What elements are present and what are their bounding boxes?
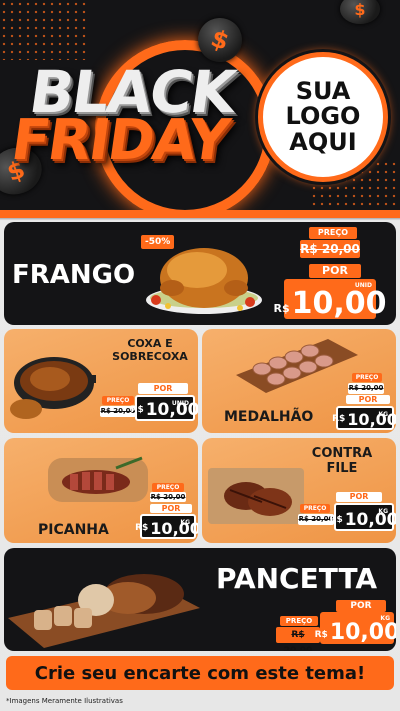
new-price: R$ 10,00 KG [332,406,396,430]
product-name: CONTRA FILE [311,446,373,476]
logo-placeholder[interactable]: SUA LOGO AQUI [258,52,388,182]
new-price: R$ 10,00 KG [315,612,396,645]
unit-label: KG [180,519,190,526]
preco-label: PREÇO [300,504,330,513]
coin-icon: $ [340,0,380,24]
chicken-pan-image [10,357,96,419]
currency: R$ [329,515,343,525]
flyer-page: $ $ $ BLACK FRIDAY SUA LOGO AQUI FRANGO … [0,0,400,711]
new-price: R$ 10,00 KG [135,514,198,539]
preco-label: PREÇO [280,616,318,626]
currency: R$ [135,523,149,533]
preco-label: PREÇO [152,483,184,492]
price-value: 10,00 [344,510,396,530]
cta-banner[interactable]: Crie seu encarte com este tema! [6,656,394,690]
por-label: POR [309,264,361,278]
product-card-contrafile[interactable]: CONTRA FILE POR PREÇO R$ 20,00 R$ 10,00 K… [202,438,396,543]
divider-bar [0,210,400,218]
preco-label: PREÇO [102,396,134,405]
old-price: R$ 20,00 [300,240,360,258]
por-label: POR [150,504,192,513]
price-value: 10,00 [150,519,198,538]
currency: R$ [332,414,346,424]
logo-text-2: LOGO [285,102,361,131]
price-value: 10,00 [347,410,396,429]
unit-label: KG [378,411,388,418]
currency: R$ [314,630,328,640]
friday-title: FRIDAY [7,108,232,173]
por-label: POR [138,383,188,394]
new-price: R$ 10,00 UNID [131,395,198,421]
product-name: MEDALHÃO [224,409,314,425]
unit-label: KG [378,508,388,515]
unit-label: KG [380,615,390,622]
dot-pattern [0,0,90,60]
product-name: FRANGO [12,260,136,290]
unit-label: UNID [171,400,189,407]
product-card-picanha[interactable]: PICANHA PREÇO R$ 20,00 POR R$ 10,00 KG [4,438,198,543]
product-card-frango[interactable]: FRANGO -50% PREÇO R$ 20,00 POR R$ 10,00 … [4,222,396,325]
new-price: R$ 10,00 UNID [273,279,387,319]
price-value: 10,00 [329,620,396,645]
logo-text-3: AQUI [289,127,357,156]
medalhao-image [236,339,358,393]
currency: R$ [130,405,144,415]
disclaimer-text: *Imagens Meramente Ilustrativas [6,697,123,705]
unit-label: UNID [354,282,372,289]
old-price: R$ 20,00 [348,383,384,394]
picanha-image [48,456,148,502]
new-price: R$ 10,00 KG [330,503,396,531]
por-label: POR [336,492,382,502]
product-name: COXA E SOBRECOXA [112,337,188,363]
old-price: R$ 20,00 [150,492,186,502]
product-name: PANCETTA [216,562,378,595]
logo-text-1: SUA [295,77,351,106]
por-label: POR [336,600,386,612]
header-banner: $ $ $ BLACK FRIDAY SUA LOGO AQUI [0,0,400,214]
por-label: POR [346,395,390,404]
price-value: 10,00 [291,286,387,321]
preco-label: PREÇO [352,373,382,382]
preco-label: PREÇO [309,227,357,239]
pancetta-image [8,574,200,648]
product-card-pancetta[interactable]: PANCETTA POR PREÇO R$ 20,00 R$ 10,00 KG [4,548,396,651]
currency: R$ [273,302,290,315]
product-card-coxa[interactable]: COXA E SOBRECOXA POR PREÇO R$ 20,00 R$ 10… [4,329,198,433]
product-card-medalhao[interactable]: MEDALHÃO PREÇO R$ 20,00 POR R$ 10,00 KG [202,329,396,433]
old-price: R$ 20,00 [276,627,320,651]
discount-badge: -50% [141,235,175,249]
product-name: PICANHA [38,522,109,538]
